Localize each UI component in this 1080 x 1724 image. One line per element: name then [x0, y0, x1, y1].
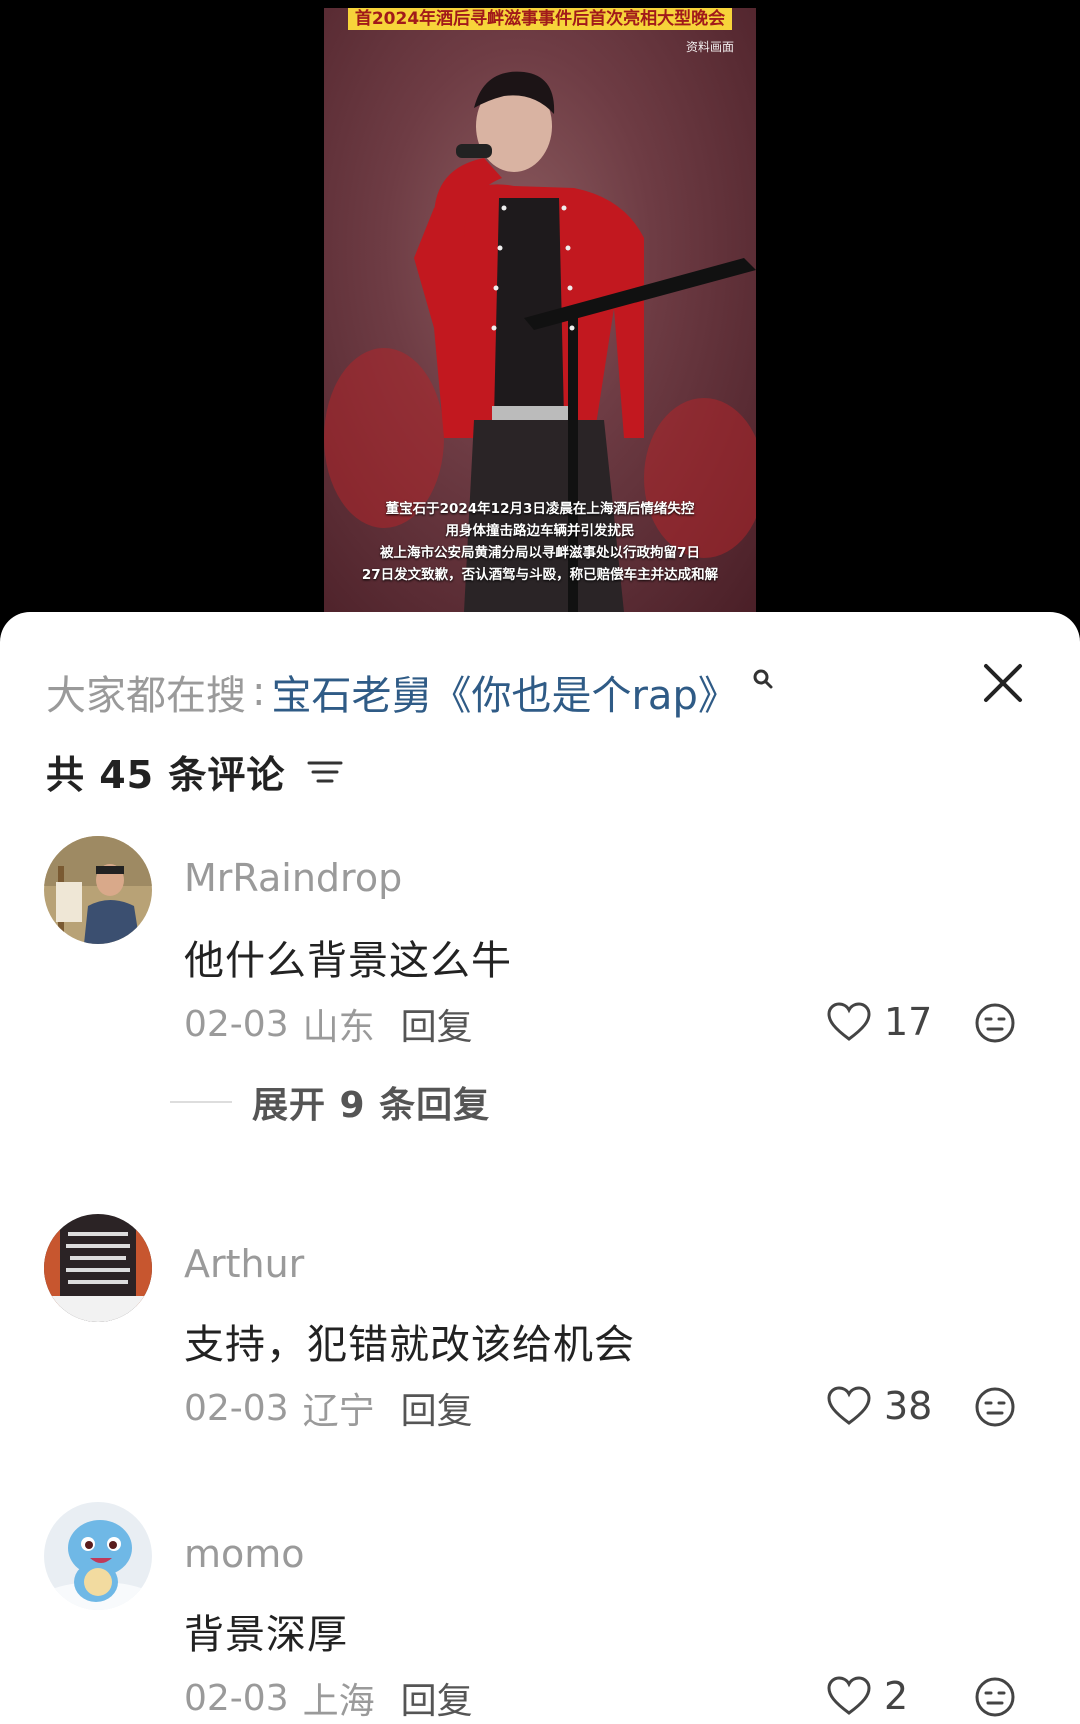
expand-replies-label: 展开 9 条回复 — [252, 1085, 491, 1126]
caption-line: 用身体撞击路边车辆并引发扰民 — [445, 523, 635, 539]
reply-button[interactable]: 回复 — [401, 1382, 473, 1434]
caption-line: 董宝石于2024年12月3日凌晨在上海酒后情绪失控 — [385, 501, 695, 517]
caption-line: 被上海市公安局黄浦分局以寻衅滋事处以行政拘留7日 — [380, 545, 700, 561]
avatar[interactable] — [44, 1502, 152, 1610]
like-button[interactable]: 38 — [826, 1384, 932, 1428]
like-count: 38 — [884, 1384, 933, 1428]
trending-search-term[interactable]: 宝石老舅《你也是个rap》 — [271, 663, 737, 721]
comment-location: 辽宁 — [302, 1391, 375, 1432]
video-headline: 首2024年酒后寻衅滋事事件后首次亮相大型晚会 — [348, 8, 732, 30]
video-area: 首2024年酒后寻衅滋事事件后首次亮相大型晚会 资料画面 董宝石于2024年12… — [0, 0, 1080, 612]
comment-text: 他什么背景这么牛 — [184, 938, 512, 984]
avatar[interactable] — [44, 1214, 152, 1322]
reply-button[interactable]: 回复 — [401, 998, 473, 1050]
trending-search-colon: : — [252, 669, 266, 715]
video-caption: 董宝石于2024年12月3日凌晨在上海酒后情绪失控 用身体撞击路边车辆并引发扰民… — [324, 498, 756, 586]
heart-icon — [827, 1676, 871, 1715]
expand-replies[interactable]: 展开 9 条回复 — [170, 1076, 490, 1128]
heart-icon — [827, 1002, 871, 1041]
comment-username[interactable]: MrRaindrop — [184, 856, 402, 900]
avatar[interactable] — [44, 836, 152, 944]
caption-line: 27日发文致歉，否认酒驾与斗殴，称已赔偿车主并达成和解 — [361, 567, 719, 583]
comment-sheet: 大家都在搜 : 宝石老舅《你也是个rap》 共 45 条评论 MrRaindro… — [0, 612, 1080, 1724]
close-icon[interactable] — [978, 658, 1028, 708]
dislike-face-icon[interactable] — [974, 1676, 1016, 1718]
trending-search[interactable]: 大家都在搜 : 宝石老舅《你也是个rap》 — [46, 662, 774, 722]
heart-icon — [827, 1386, 871, 1425]
comment-date: 02-03 — [184, 1003, 289, 1045]
divider — [170, 1101, 232, 1103]
like-button[interactable]: 2 — [826, 1674, 908, 1718]
like-button[interactable]: 17 — [826, 1000, 932, 1044]
comment-date: 02-03 — [184, 1387, 289, 1429]
comment-text: 背景深厚 — [184, 1612, 348, 1658]
comment-location: 上海 — [302, 1681, 375, 1722]
dislike-face-icon[interactable] — [974, 1002, 1016, 1044]
comment-count: 共 45 条评论 — [46, 753, 286, 797]
comment-username[interactable]: Arthur — [184, 1242, 304, 1286]
comment-date: 02-03 — [184, 1677, 289, 1719]
comment-meta: 02-03 上海 回复 — [184, 1672, 473, 1724]
comment-text: 支持，犯错就改该给机会 — [184, 1322, 635, 1368]
sort-filter-icon[interactable] — [305, 755, 345, 789]
like-count: 2 — [884, 1674, 909, 1718]
comment-meta: 02-03 辽宁 回复 — [184, 1382, 473, 1434]
dislike-face-icon[interactable] — [974, 1386, 1016, 1428]
video-source-tag: 资料画面 — [685, 40, 734, 54]
video-player[interactable]: 首2024年酒后寻衅滋事事件后首次亮相大型晚会 资料画面 董宝石于2024年12… — [324, 8, 756, 612]
comment-meta: 02-03 山东 回复 — [184, 998, 473, 1050]
comment-username[interactable]: momo — [184, 1532, 305, 1576]
like-count: 17 — [884, 1000, 933, 1044]
trending-search-prefix: 大家都在搜 — [46, 673, 246, 719]
search-icon[interactable] — [752, 668, 774, 690]
comment-location: 山东 — [302, 1007, 375, 1048]
comment-count-row: 共 45 条评论 — [46, 744, 345, 799]
reply-button[interactable]: 回复 — [401, 1672, 473, 1724]
